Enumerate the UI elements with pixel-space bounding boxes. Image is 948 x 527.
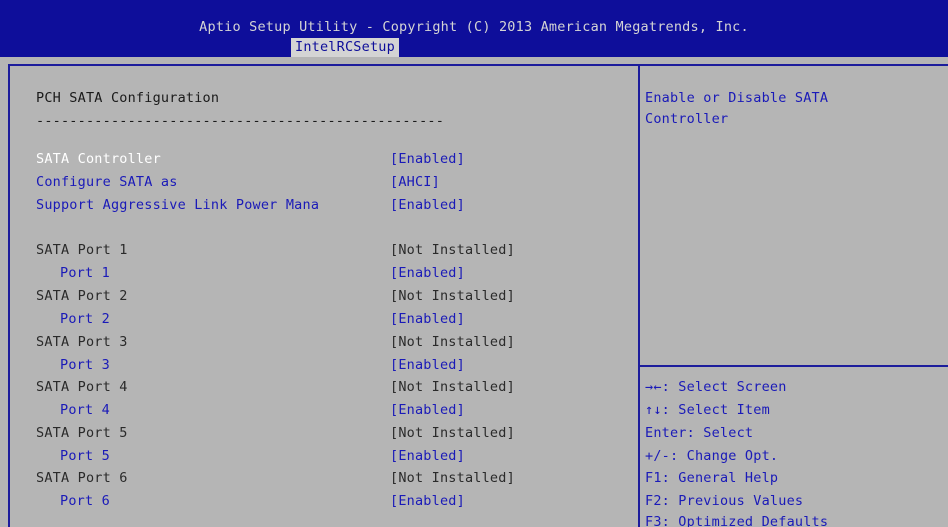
port-6-setting[interactable]: Port 6 [60,492,110,510]
key-enter-select: Enter: Select [645,425,754,441]
port-2-setting[interactable]: Port 2 [60,310,110,328]
help-text-line-1: Enable or Disable SATA [645,90,829,106]
setting-aggressive-link-power-value[interactable]: [Enabled] [390,196,465,214]
sata-port-2-label: SATA Port 2 [36,288,128,304]
setting-aggressive-link-power[interactable]: Support Aggressive Link Power Mana [36,196,319,214]
vertical-divider [638,64,640,527]
page-title: PCH SATA Configuration [36,90,220,106]
sata-port-3-status: [Not Installed] [390,334,515,350]
title-separator: ----------------------------------------… [36,113,445,129]
port-3-setting-value[interactable]: [Enabled] [390,356,465,374]
port-4-setting[interactable]: Port 4 [60,401,110,419]
key-select-item: ↑↓: Select Item [645,402,770,418]
sata-port-6-label: SATA Port 6 [36,470,128,486]
key-change-opt: +/-: Change Opt. [645,448,779,464]
sata-port-1-label: SATA Port 1 [36,242,128,258]
header-bar: Aptio Setup Utility - Copyright (C) 2013… [0,0,948,57]
setting-sata-controller[interactable]: SATA Controller [36,150,161,168]
sata-port-3-label: SATA Port 3 [36,334,128,350]
key-select-screen: →←: Select Screen [645,379,787,395]
sata-port-4-status: [Not Installed] [390,379,515,395]
bios-screen: Aptio Setup Utility - Copyright (C) 2013… [0,0,948,527]
key-previous-values: F2: Previous Values [645,493,804,509]
help-divider [640,365,948,367]
port-1-setting[interactable]: Port 1 [60,264,110,282]
sata-port-4-label: SATA Port 4 [36,379,128,395]
port-4-setting-value[interactable]: [Enabled] [390,401,465,419]
help-text-line-2: Controller [645,111,729,127]
port-6-setting-value[interactable]: [Enabled] [390,492,465,510]
port-5-setting-value[interactable]: [Enabled] [390,447,465,465]
key-general-help: F1: General Help [645,470,779,486]
setting-sata-controller-value[interactable]: [Enabled] [390,150,465,168]
sata-port-6-status: [Not Installed] [390,470,515,486]
port-1-setting-value[interactable]: [Enabled] [390,264,465,282]
sata-port-2-status: [Not Installed] [390,288,515,304]
sata-port-5-label: SATA Port 5 [36,425,128,441]
setting-configure-sata-as[interactable]: Configure SATA as [36,173,178,191]
setting-configure-sata-as-value[interactable]: [AHCI] [390,173,440,191]
sata-port-1-status: [Not Installed] [390,242,515,258]
port-3-setting[interactable]: Port 3 [60,356,110,374]
tab-intelrcsetup[interactable]: IntelRCSetup [291,38,399,57]
key-optimized-defaults: F3: Optimized Defaults [645,514,829,527]
port-5-setting[interactable]: Port 5 [60,447,110,465]
sata-port-5-status: [Not Installed] [390,425,515,441]
app-title: Aptio Setup Utility - Copyright (C) 2013… [199,19,749,35]
port-2-setting-value[interactable]: [Enabled] [390,310,465,328]
